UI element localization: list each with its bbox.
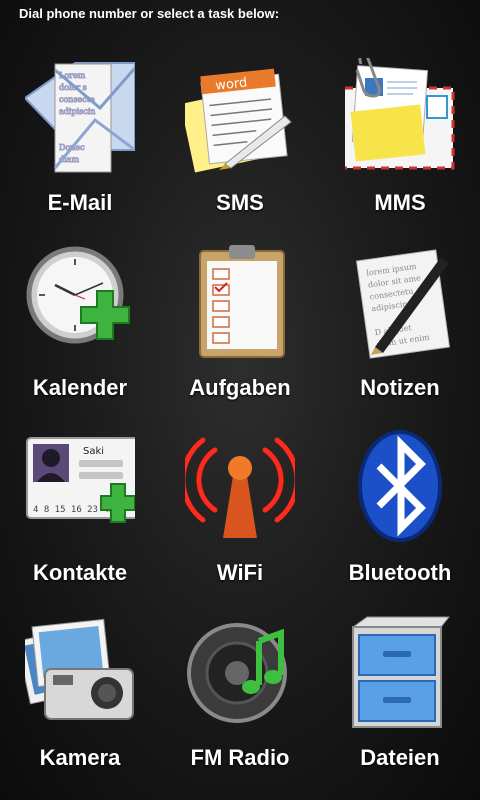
task-grid: Lorem dolor s consecte adipiscin Donec d…: [0, 40, 480, 780]
tile-dateien[interactable]: Dateien: [320, 595, 480, 780]
tile-label-kamera: Kamera: [39, 745, 121, 770]
camera-photos-icon: [25, 613, 135, 733]
clock-plus-icon: [25, 243, 135, 363]
tile-label-kontakte: Kontakte: [32, 560, 128, 585]
svg-text:adipiscin: adipiscin: [59, 107, 95, 116]
tile-kontakte[interactable]: Saki 4 8 15 16 23 42 Kontakte: [0, 410, 160, 595]
tile-notizen[interactable]: lorem ipsum dolor sit ame consectetu adi…: [320, 225, 480, 410]
file-cabinet-icon: [345, 613, 455, 733]
contact-card-plus-icon: Saki 4 8 15 16 23 42: [25, 428, 135, 548]
tile-label-notizen: Notizen: [360, 375, 440, 400]
tile-label-email: E-Mail: [47, 190, 113, 215]
bluetooth-icon: [345, 428, 455, 548]
tile-fm-radio[interactable]: FM Radio: [160, 595, 320, 780]
tile-label-fm-radio: FM Radio: [190, 745, 290, 770]
notes-pen-icon: lorem ipsum dolor sit ame consectetu adi…: [345, 243, 455, 363]
tile-bluetooth[interactable]: Bluetooth: [320, 410, 480, 595]
tile-label-mms: MMS: [374, 190, 426, 215]
word-document-pen-icon: word: [185, 58, 295, 178]
speaker-music-note-icon: [185, 613, 295, 733]
tile-label-dateien: Dateien: [360, 745, 440, 770]
tile-aufgaben[interactable]: Aufgaben: [160, 225, 320, 410]
tile-mms[interactable]: MMS: [320, 40, 480, 225]
header-instruction: Dial phone number or select a task below…: [19, 6, 280, 21]
airmail-paperclip-icon: [345, 58, 455, 178]
tile-label-kalender: Kalender: [32, 375, 128, 400]
tile-kalender[interactable]: Kalender: [0, 225, 160, 410]
tile-kamera[interactable]: Kamera: [0, 595, 160, 780]
tile-sms[interactable]: word SMS: [160, 40, 320, 225]
wifi-antenna-icon: [185, 428, 295, 548]
tile-label-wifi: WiFi: [216, 560, 264, 585]
tile-label-sms: SMS: [216, 190, 264, 215]
clipboard-checklist-icon: [185, 243, 295, 363]
tile-label-bluetooth: Bluetooth: [348, 560, 452, 585]
svg-text:Saki: Saki: [83, 446, 104, 457]
tile-wifi[interactable]: WiFi: [160, 410, 320, 595]
tile-email[interactable]: Lorem dolor s consecte adipiscin Donec d…: [0, 40, 160, 225]
envelope-letter-icon: Lorem dolor s consecte adipiscin Donec d…: [25, 58, 135, 178]
tile-label-aufgaben: Aufgaben: [189, 375, 291, 400]
